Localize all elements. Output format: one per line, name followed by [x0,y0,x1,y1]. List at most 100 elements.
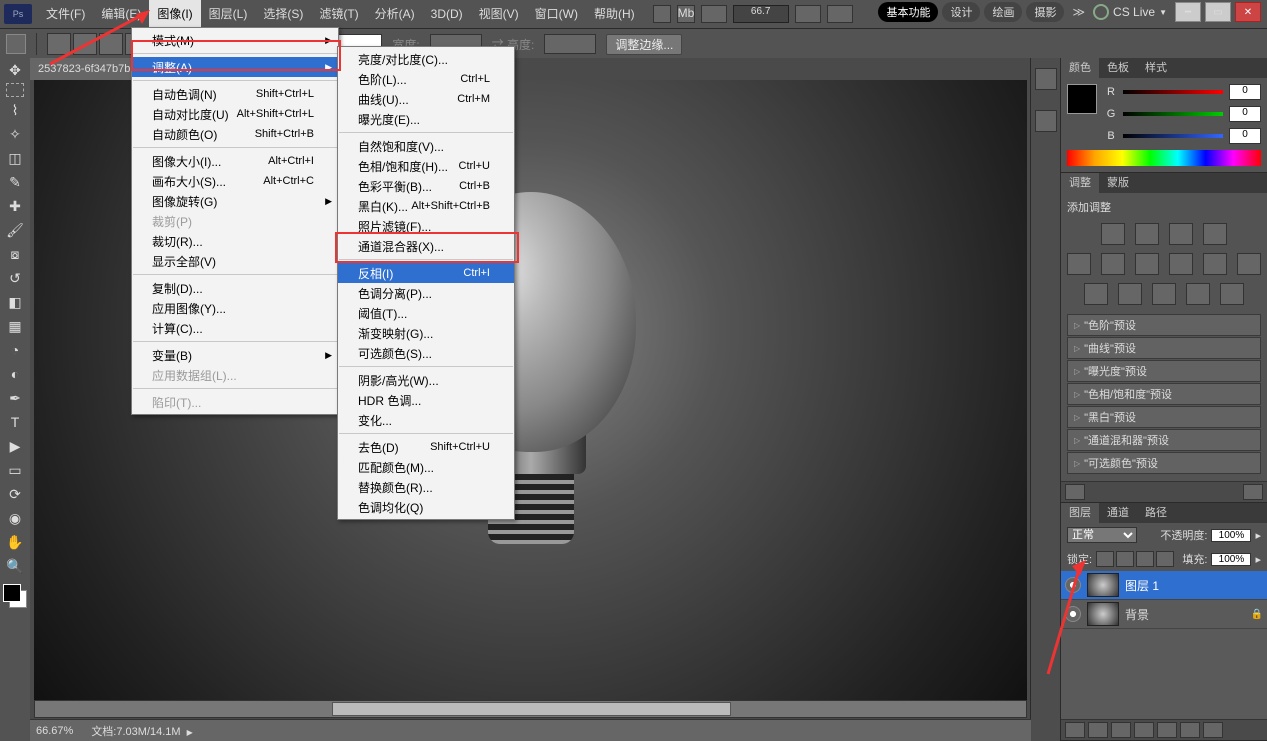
g-value[interactable]: 0 [1229,106,1261,122]
adjustment-preset[interactable]: "曝光度"预设 [1067,360,1261,382]
close-button[interactable]: ✕ [1235,2,1261,22]
menu-entry[interactable]: 反相(I)Ctrl+I [338,263,514,283]
refine-edge-button[interactable]: 调整边缘... [606,34,682,55]
r-slider[interactable] [1123,87,1223,97]
move-tool-icon[interactable]: ✥ [3,59,27,81]
adj-mixer-icon[interactable] [1237,253,1261,275]
cs-live[interactable]: CS Live▼ [1093,4,1167,20]
menu-entry[interactable]: 应用图像(Y)... [132,298,338,318]
menu-item[interactable]: 文件(F) [38,0,93,28]
menu-entry[interactable]: 去色(D)Shift+Ctrl+U [338,437,514,457]
adj-selective-icon[interactable] [1220,283,1244,305]
delete-layer-icon[interactable] [1203,722,1223,738]
menu-entry[interactable]: 图像大小(I)...Alt+Ctrl+I [132,151,338,171]
menu-item[interactable]: 帮助(H) [586,0,643,28]
adjustment-preset[interactable]: "通道混和器"预设 [1067,429,1261,451]
marquee-tool-icon[interactable] [6,83,24,97]
tab-adjustments[interactable]: 调整 [1061,173,1099,193]
dock-icon[interactable] [1035,68,1057,90]
menu-entry[interactable]: 渐变映射(G)... [338,323,514,343]
history-brush-icon[interactable]: ↺ [3,267,27,289]
b-slider[interactable] [1123,131,1223,141]
menu-entry[interactable]: 色调均化(Q) [338,497,514,517]
current-color-swatch[interactable] [1067,84,1097,114]
dock-icon[interactable] [1035,110,1057,132]
menu-entry[interactable]: 裁切(R)... [132,231,338,251]
wand-tool-icon[interactable]: ✧ [3,123,27,145]
menu-entry[interactable]: 黑白(K)...Alt+Shift+Ctrl+B [338,196,514,216]
horizontal-scrollbar[interactable] [34,700,1027,718]
menu-entry[interactable]: 可选颜色(S)... [338,343,514,363]
menu-entry[interactable]: 自动颜色(O)Shift+Ctrl+B [132,124,338,144]
stamp-tool-icon[interactable]: ⧇ [3,243,27,265]
document-tab[interactable]: 2537823-6f347b7b [30,58,139,80]
dodge-tool-icon[interactable]: ◐ [3,363,27,385]
adjustment-preset[interactable]: "色相/饱和度"预设 [1067,383,1261,405]
tab-channels[interactable]: 通道 [1099,503,1137,523]
menu-entry[interactable]: 亮度/对比度(C)... [338,49,514,69]
3d-camera-icon[interactable]: ◉ [3,507,27,529]
adj-vibrance-icon[interactable] [1067,253,1091,275]
eyedropper-tool-icon[interactable]: ✎ [3,171,27,193]
tab-color[interactable]: 颜色 [1061,58,1099,78]
lock-pixels-icon[interactable] [1116,551,1134,567]
menu-entry[interactable]: 色调分离(P)... [338,283,514,303]
visibility-icon[interactable] [1065,606,1081,622]
visibility-icon[interactable] [1065,577,1081,593]
adj-posterize-icon[interactable] [1118,283,1142,305]
tab-styles[interactable]: 样式 [1137,58,1175,78]
tab-paths[interactable]: 路径 [1137,503,1175,523]
menu-item[interactable]: 3D(D) [423,0,471,28]
menu-entry[interactable]: 照片滤镜(F)... [338,216,514,236]
menu-entry[interactable]: 色彩平衡(B)...Ctrl+B [338,176,514,196]
zoom-combo[interactable]: 66.7 [733,5,789,23]
adj-gradmap-icon[interactable] [1186,283,1210,305]
adj-bw-icon[interactable] [1169,253,1193,275]
adj-balance-icon[interactable] [1135,253,1159,275]
menu-entry[interactable]: 自然饱和度(V)... [338,136,514,156]
tab-layers[interactable]: 图层 [1061,503,1099,523]
blend-mode-select[interactable]: 正常 [1067,527,1137,543]
layer-row[interactable]: 背景🔒 [1061,600,1267,629]
adjustment-preset[interactable]: "黑白"预设 [1067,406,1261,428]
path-select-icon[interactable]: ▶ [3,435,27,457]
tab-masks[interactable]: 蒙版 [1099,173,1137,193]
3d-tool-icon[interactable]: ⟳ [3,483,27,505]
blur-tool-icon[interactable]: ◔ [3,339,27,361]
menu-entry[interactable]: 阴影/高光(W)... [338,370,514,390]
menu-entry[interactable]: 自动色调(N)Shift+Ctrl+L [132,84,338,104]
menu-item[interactable]: 图像(I) [149,0,200,28]
adj-invert-icon[interactable] [1084,283,1108,305]
toolbar-icon[interactable] [653,5,671,23]
lock-pos-icon[interactable] [1136,551,1154,567]
menu-entry[interactable]: 变量(B)▶ [132,345,338,365]
selection-subtract-icon[interactable] [99,33,123,55]
menu-entry[interactable]: 画布大小(S)...Alt+Ctrl+C [132,171,338,191]
menu-item[interactable]: 选择(S) [255,0,311,28]
adj-filter-icon[interactable] [1203,253,1227,275]
menu-entry[interactable]: 阈值(T)... [338,303,514,323]
adj-brightness-icon[interactable] [1101,223,1125,245]
menu-item[interactable]: 窗口(W) [527,0,586,28]
menu-item[interactable]: 滤镜(T) [311,0,366,28]
menu-entry[interactable]: 自动对比度(U)Alt+Shift+Ctrl+L [132,104,338,124]
mask-icon[interactable] [1111,722,1131,738]
eraser-tool-icon[interactable]: ◧ [3,291,27,313]
adjustment-preset[interactable]: "可选颜色"预设 [1067,452,1261,474]
lasso-tool-icon[interactable]: ⌇ [3,99,27,121]
menu-entry[interactable]: 计算(C)... [132,318,338,338]
adj-levels-icon[interactable] [1135,223,1159,245]
menu-item[interactable]: 视图(V) [471,0,527,28]
menu-item[interactable]: 分析(A) [367,0,423,28]
new-layer-icon[interactable] [1180,722,1200,738]
shape-tool-icon[interactable]: ▭ [3,459,27,481]
menu-entry[interactable]: HDR 色调... [338,390,514,410]
adj-hsl-icon[interactable] [1101,253,1125,275]
menu-entry[interactable]: 变化... [338,410,514,430]
minimize-button[interactable]: ━ [1175,2,1201,22]
menu-entry[interactable]: 通道混合器(X)... [338,236,514,256]
heal-tool-icon[interactable]: ✚ [3,195,27,217]
adjustment-preset[interactable]: "色阶"预设 [1067,314,1261,336]
gradient-tool-icon[interactable]: ▦ [3,315,27,337]
tool-preset-icon[interactable] [6,34,26,54]
